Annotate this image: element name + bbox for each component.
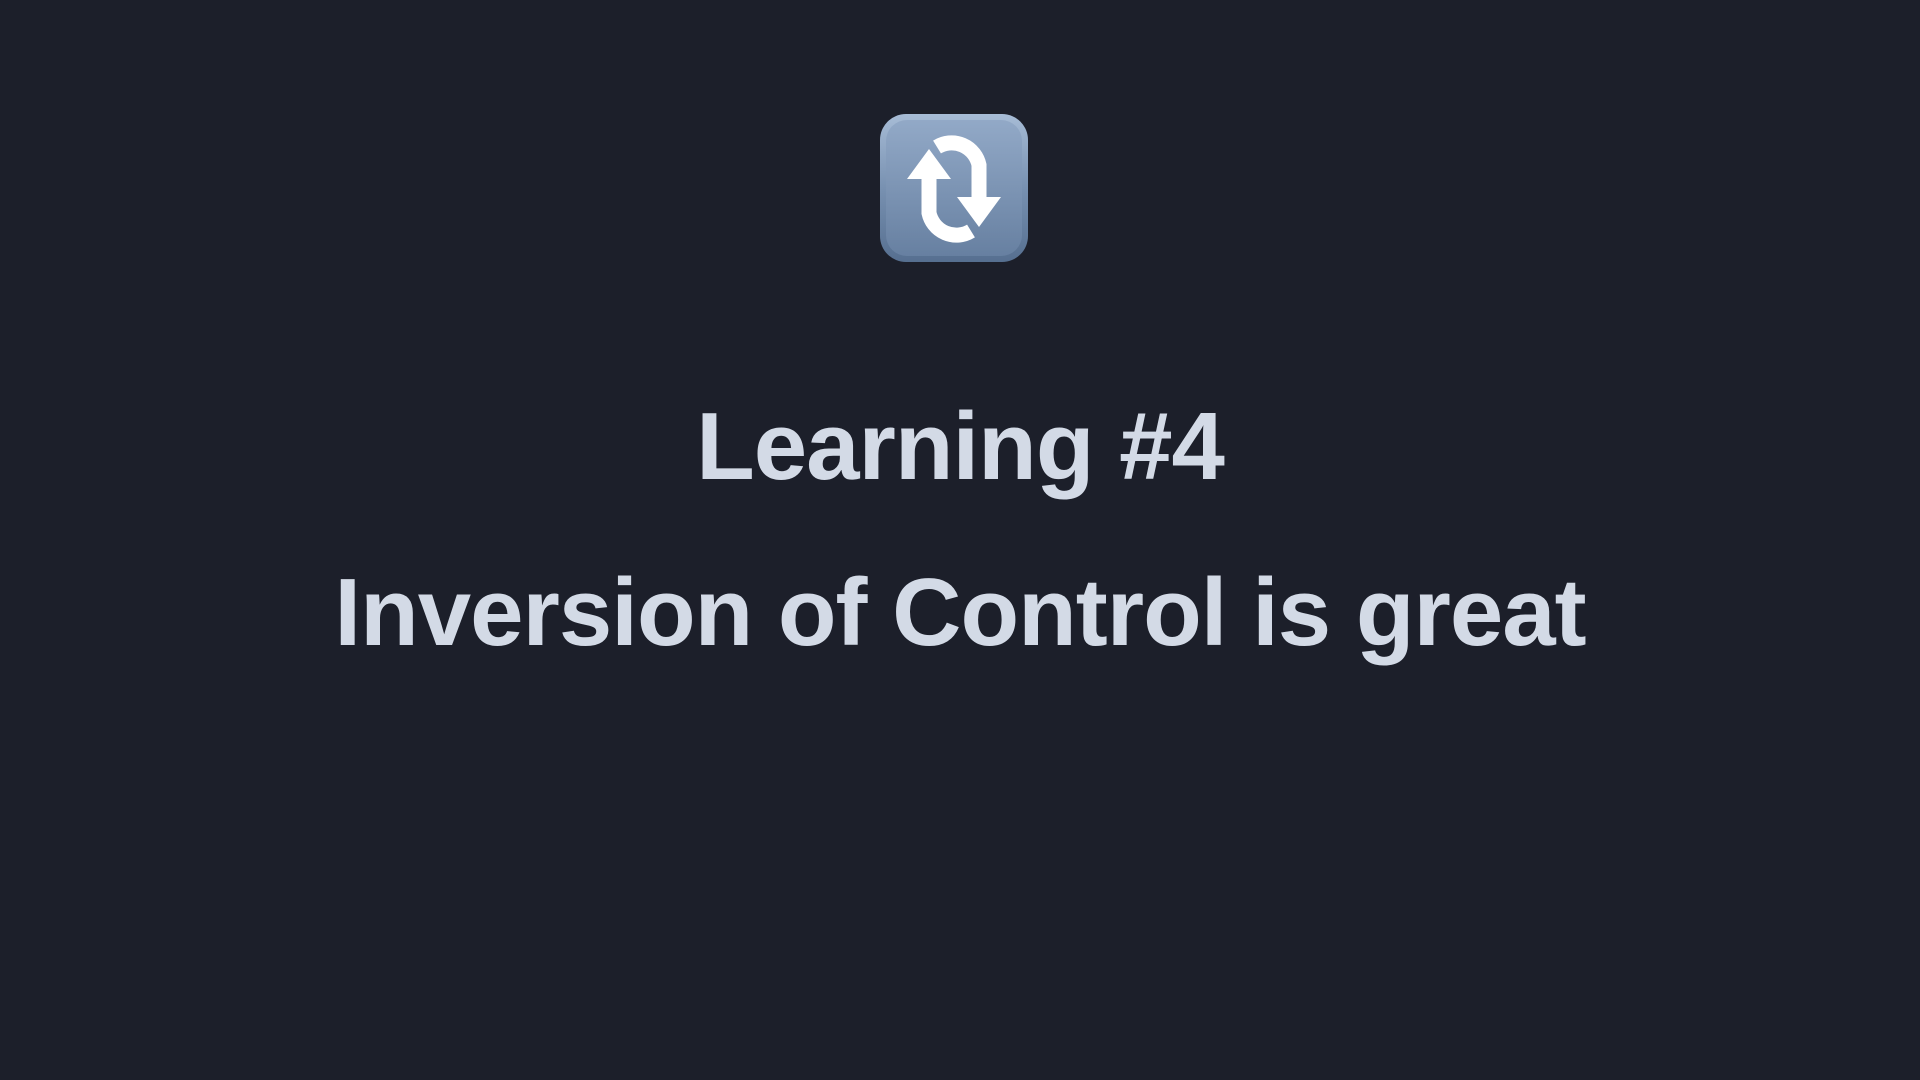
slide-subheading: Inversion of Control is great	[334, 559, 1586, 666]
slide-heading: Learning #4	[696, 393, 1225, 500]
clockwise-vertical-arrows-icon	[879, 113, 1029, 263]
slide: Learning #4 Inversion of Control is grea…	[0, 0, 1920, 1080]
